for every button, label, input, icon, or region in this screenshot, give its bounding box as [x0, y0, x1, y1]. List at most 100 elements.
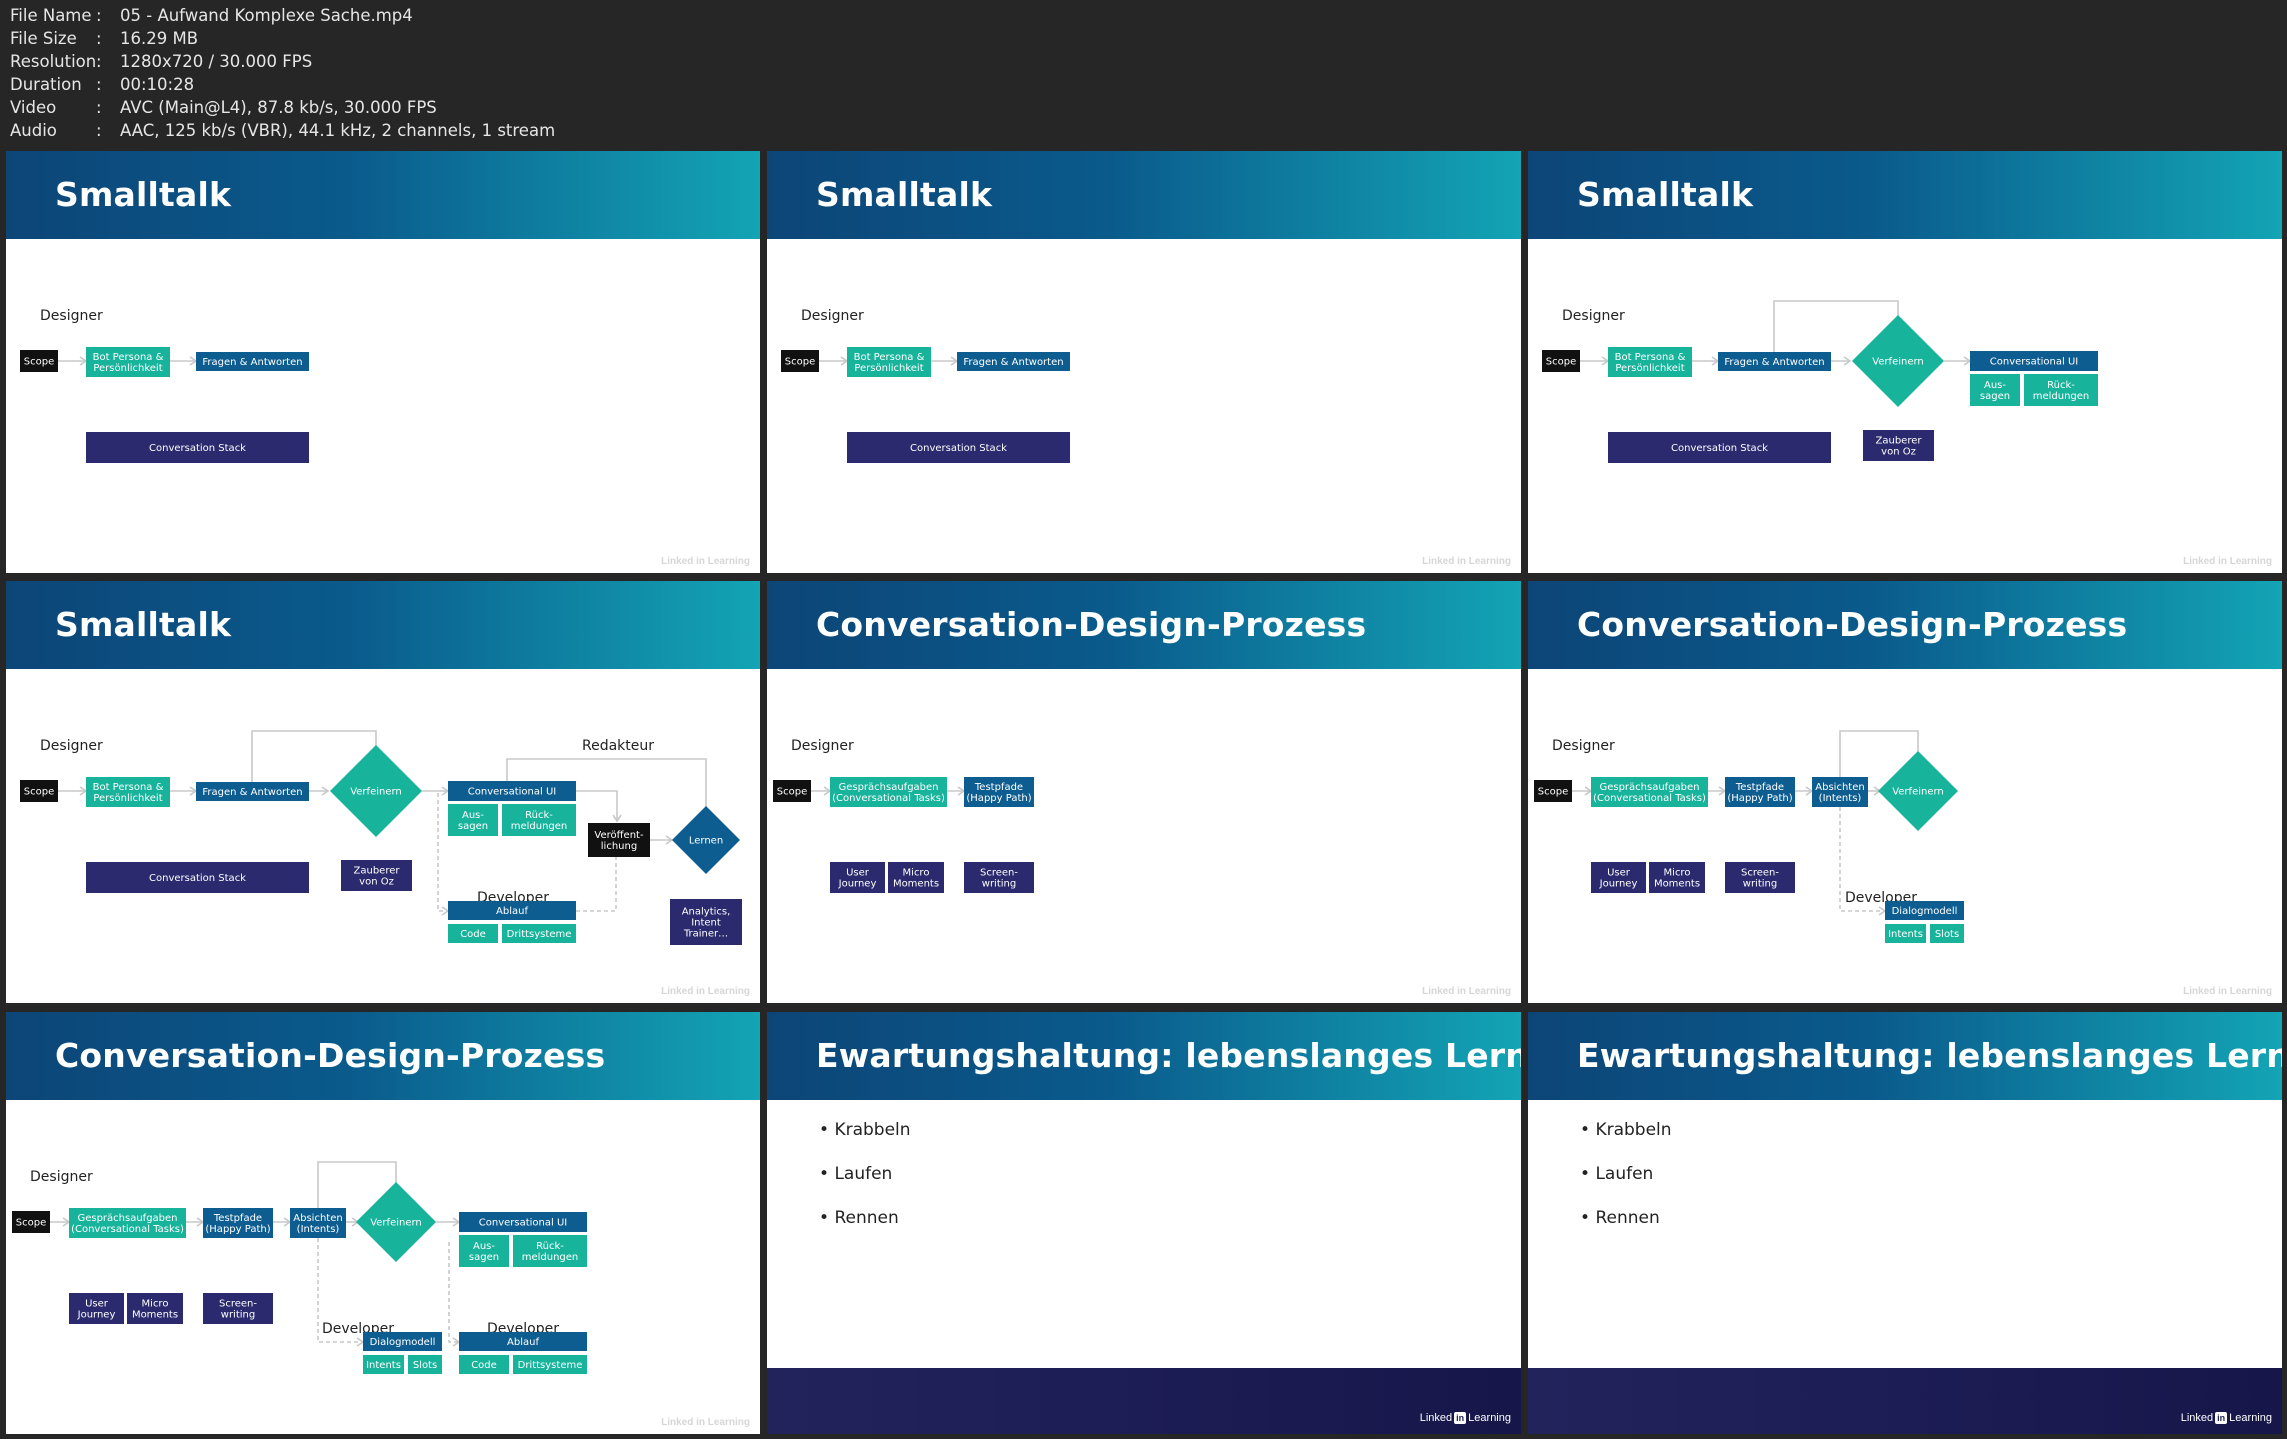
- slide-title: Ewartungshaltung: lebenslanges Lernen: [1577, 1036, 2282, 1075]
- ablauf-label: Ablauf: [507, 1337, 539, 1348]
- absichten-label: Absichten (Intents): [1815, 782, 1864, 804]
- slide-thumbnail-6[interactable]: Conversation-Design-Prozess Designer Scope…: [1528, 581, 2282, 1003]
- fragen-antworten-label: Fragen & Antworten: [202, 787, 302, 798]
- slide-footer-band: Linked in Learning: [1528, 1368, 2282, 1434]
- slots-label: Slots: [1935, 929, 1959, 940]
- file-info-panel: File Name:05 - Aufwand Komplexe Sache.mp…: [10, 4, 555, 142]
- role-designer-label: Designer: [40, 738, 103, 754]
- verfeinern-label: Verfeinern: [350, 787, 402, 798]
- meta-row-audio: Audio: AAC, 125 kb/s (VBR), 44.1 kHz, 2 c…: [10, 121, 556, 140]
- lernen-label: Lernen: [689, 836, 723, 847]
- meta-row-file-name: File Name:05 - Aufwand Komplexe Sache.mp…: [10, 6, 413, 25]
- zauberer-von-oz-label: Zauberer von Oz: [354, 866, 401, 888]
- role-designer-label: Designer: [1552, 738, 1615, 754]
- process-diagram: Designer Scope Bot Persona & Persönlichkeit…: [781, 308, 1070, 463]
- connector-line: [576, 857, 617, 912]
- linkedin-learning-logo: Linked in Learning: [2180, 1412, 2272, 1424]
- connector-line: [437, 793, 448, 912]
- testpfade-label: Testpfade (Happy Path): [205, 1213, 270, 1235]
- drittsysteme-label: Drittsysteme: [518, 1360, 583, 1371]
- bot-persona-label: Bot Persona & Persönlichkeit: [93, 782, 164, 804]
- bot-persona-label: Bot Persona & Persönlichkeit: [93, 352, 164, 374]
- gespraechsaufgaben-label: Gesprächsaufgaben (Conversational Tasks): [832, 782, 945, 804]
- linkedin-learning-watermark: Linked in Learning: [1422, 556, 1511, 567]
- bullet-item: Krabbeln: [819, 1120, 910, 1164]
- fragen-antworten-label: Fragen & Antworten: [202, 357, 302, 368]
- linkedin-learning-watermark: Linked in Learning: [1422, 986, 1511, 997]
- bullet-item: Laufen: [1580, 1164, 1672, 1208]
- process-diagram: Designer Scope Gesprächsaufgaben (Conversat…: [773, 738, 1034, 893]
- slide-thumbnail-4[interactable]: Smalltalk Designer Scope Bot Persona & Persö…: [6, 581, 760, 1003]
- conversation-stack-label: Conversation Stack: [1671, 443, 1768, 454]
- linkedin-learning-watermark: Linked in Learning: [2183, 986, 2272, 997]
- bot-persona-label: Bot Persona & Persönlichkeit: [1615, 352, 1686, 374]
- screenwriting-label: Screen-writing: [219, 1299, 257, 1321]
- process-diagram: Designer Scope Bot Persona & Persönlichkeit…: [20, 730, 742, 945]
- bullet-item: Rennen: [1580, 1208, 1672, 1252]
- drittsysteme-label: Drittsysteme: [507, 929, 572, 940]
- scope-label: Scope: [777, 787, 807, 798]
- aussagen-label: Aus-sagen: [469, 1241, 499, 1263]
- screenwriting-label: Screen-writing: [1741, 868, 1779, 890]
- conversation-stack-label: Conversation Stack: [149, 443, 246, 454]
- role-designer-label: Designer: [791, 738, 854, 754]
- slide-thumbnail-3[interactable]: Smalltalk Designer Scope Bot Persona & Persö…: [1528, 151, 2282, 573]
- scope-label: Scope: [785, 357, 815, 368]
- bullet-item: Krabbeln: [1580, 1120, 1671, 1164]
- linkedin-learning-watermark: Linked in Learning: [661, 1417, 750, 1428]
- linkedin-learning-watermark: Linked in Learning: [661, 556, 750, 567]
- meta-row-file-size: File Size:16.29 MB: [10, 29, 199, 48]
- connector-line: [576, 790, 618, 821]
- verfeinern-label: Verfeinern: [1892, 787, 1944, 798]
- gespraechsaufgaben-label: Gesprächsaufgaben (Conversational Tasks): [71, 1213, 184, 1235]
- role-redakteur-label: Redakteur: [582, 738, 654, 754]
- role-designer-label: Designer: [1562, 308, 1625, 324]
- role-designer-label: Designer: [40, 308, 103, 324]
- gespraechsaufgaben-label: Gesprächsaufgaben (Conversational Tasks): [1593, 782, 1706, 804]
- bullet-list: KrabbelnLaufenRennen: [1580, 1120, 1672, 1252]
- connector-line: [448, 1242, 459, 1343]
- intents-label: Intents: [366, 1360, 401, 1371]
- slide-thumbnail-2[interactable]: Smalltalk Designer Scope Bot Persona & Persö…: [767, 151, 1521, 573]
- bullet-item: Laufen: [819, 1164, 911, 1208]
- intents-label: Intents: [1888, 929, 1923, 940]
- scope-label: Scope: [24, 787, 54, 798]
- scope-label: Scope: [1546, 357, 1576, 368]
- conversation-stack-label: Conversation Stack: [910, 443, 1007, 454]
- conversational-ui-label: Conversational UI: [1990, 357, 2078, 368]
- meta-row-duration: Duration:00:10:28: [10, 75, 195, 94]
- bullet-list: KrabbelnLaufenRennen: [819, 1120, 911, 1252]
- aussagen-label: Aus-sagen: [1980, 380, 2010, 402]
- fragen-antworten-label: Fragen & Antworten: [963, 357, 1063, 368]
- role-designer-label: Designer: [801, 308, 864, 324]
- code-label: Code: [460, 929, 486, 940]
- screenwriting-label: Screen-writing: [980, 868, 1018, 890]
- conversational-ui-label: Conversational UI: [468, 787, 556, 798]
- meta-row-resolution: Resolution:1280x720 / 30.000 FPS: [10, 52, 313, 71]
- slide-thumbnail-1[interactable]: Smalltalk Designer Scope Bot Persona & Persö…: [6, 151, 760, 573]
- linkedin-learning-watermark: Linked in Learning: [2183, 556, 2272, 567]
- process-diagram: Designer Scope Bot Persona & Persönlichkeit…: [1542, 300, 2098, 463]
- testpfade-label: Testpfade (Happy Path): [966, 782, 1031, 804]
- verfeinern-label: Verfeinern: [370, 1218, 422, 1229]
- slide-thumbnail-8[interactable]: Ewartungshaltung: lebenslanges Lernen Kra…: [767, 1012, 1521, 1434]
- verfeinern-label: Verfeinern: [1872, 357, 1924, 368]
- absichten-label: Absichten (Intents): [293, 1213, 342, 1235]
- veroeffentlichung-label: Veröffent-lichung: [594, 830, 644, 852]
- slide-header-bar: Ewartungshaltung: lebenslanges Lernen: [767, 1012, 1521, 1100]
- scope-label: Scope: [24, 357, 54, 368]
- process-diagram: Designer Scope Gesprächsaufgaben (Conversat…: [12, 1161, 587, 1374]
- slide-thumbnail-7[interactable]: Conversation-Design-Prozess Designer Scope…: [6, 1012, 760, 1434]
- process-diagram: Designer Scope Bot Persona & Persönlichkeit…: [20, 308, 309, 463]
- ablauf-label: Ablauf: [496, 906, 528, 917]
- slide-thumbnail-5[interactable]: Conversation-Design-Prozess Designer Scope…: [767, 581, 1521, 1003]
- code-label: Code: [471, 1360, 497, 1371]
- scope-label: Scope: [1538, 787, 1568, 798]
- role-designer-label: Designer: [30, 1169, 93, 1185]
- fragen-antworten-label: Fragen & Antworten: [1724, 357, 1824, 368]
- slide-thumbnail-9[interactable]: Ewartungshaltung: lebenslanges Lernen Kra…: [1528, 1012, 2282, 1434]
- linkedin-learning-logo: Linked in Learning: [1419, 1412, 1511, 1424]
- dialogmodell-label: Dialogmodell: [1892, 906, 1958, 917]
- slide-title: Ewartungshaltung: lebenslanges Lernen: [816, 1036, 1521, 1075]
- aussagen-label: Aus-sagen: [458, 810, 488, 832]
